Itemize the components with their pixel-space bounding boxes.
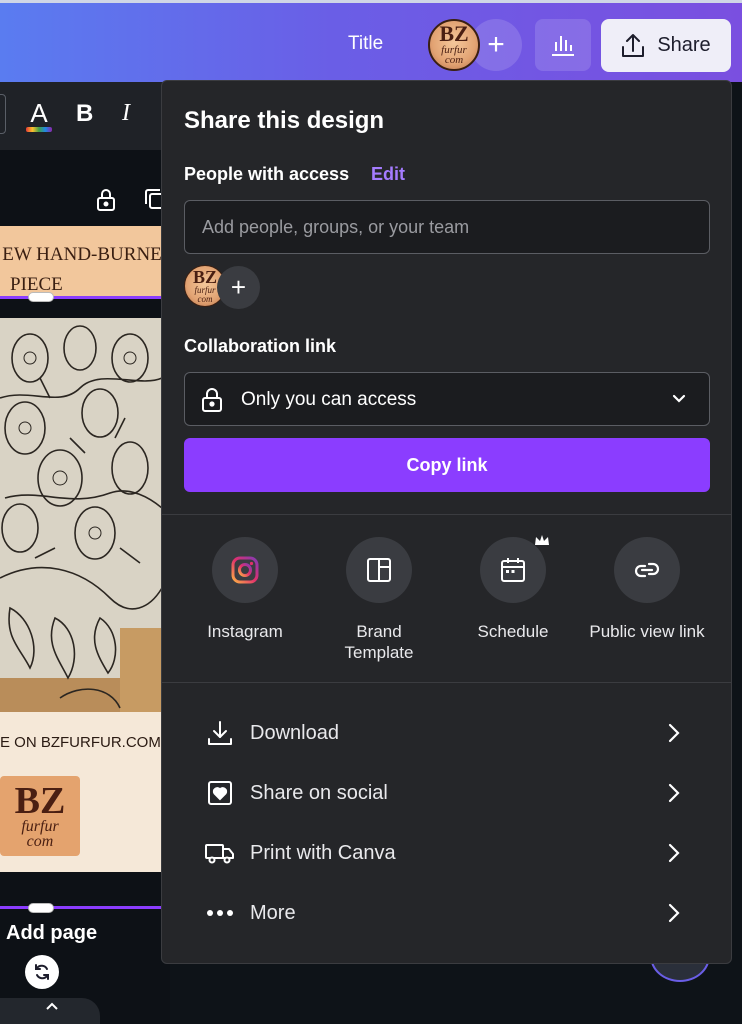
mandala-artwork [0,318,162,712]
action-label: Share on social [250,781,388,804]
share-button-label: Share [657,34,711,56]
font-size-field[interactable] [0,94,6,134]
user-avatar[interactable]: BZ furfur com [428,19,480,71]
option-circle [480,535,549,603]
truck-icon [205,844,234,864]
action-icon-slot [204,837,236,869]
chevron-up-icon [46,1002,58,1010]
edit-access-link[interactable]: Edit [371,164,405,185]
plus-icon: + [230,272,247,302]
upload-icon [622,33,645,57]
copy-link-label: Copy link [406,454,488,475]
option-label: Brand Template [344,622,414,662]
italic-button[interactable]: I [122,100,130,127]
plus-icon: + [487,28,505,61]
crown-icon [535,535,549,545]
link-access-value: Only you can access [241,389,417,410]
action-share-on-social[interactable]: Share on social [204,771,684,815]
canva-editor-window: Title + BZ furfur com Share A B I EW HAN… [0,0,742,1024]
option-instagram[interactable]: Instagram [170,537,320,642]
footer-website-text[interactable]: E ON BZFURFUR.COM [0,734,170,751]
calendar-icon [501,558,525,582]
text-color-icon: A [30,98,48,128]
action-label: More [250,901,296,924]
add-people-input[interactable] [184,200,710,254]
design-headline[interactable]: EW HAND-BURNE PIECE [0,240,172,300]
arrow-slot [664,841,684,865]
chevron-right-icon [668,843,680,863]
action-icon-slot [204,777,236,809]
option-label: Schedule [477,622,549,641]
page-resize-handle[interactable] [28,903,54,913]
selection-outline [0,296,162,299]
option-brand-template[interactable]: Brand Template [304,537,454,663]
download-icon [208,721,232,745]
color-swatch-bar [26,127,52,132]
arrow-slot [664,901,684,925]
action-icon-slot [204,897,236,929]
option-circle [614,537,680,603]
design-title[interactable]: Title [348,33,383,55]
share-panel-title: Share this design [184,107,385,134]
collaboration-link-label: Collaboration link [184,336,337,356]
selection-handle[interactable] [28,292,54,302]
option-label: Public view link [589,622,705,641]
chevron-down-icon [672,394,686,403]
wood-burning-photo[interactable] [0,318,162,712]
link-icon [634,562,660,578]
bar-chart-icon [552,36,574,56]
link-access-dropdown[interactable]: Only you can access [184,372,710,426]
bold-button[interactable]: B [76,100,93,128]
action-label: Print with Canva [250,841,396,864]
lock-icon[interactable] [95,188,117,212]
chevron-right-icon [668,723,680,743]
instagram-icon [231,556,259,584]
bz-furfur-logo: BZ furfur com [439,21,469,67]
arrow-slot [664,781,684,805]
action-icon-slot [204,717,236,749]
chevron-right-icon [668,903,680,923]
section-divider [162,682,731,683]
option-public-view-link[interactable]: Public view link [572,537,722,642]
more-icon [207,910,233,916]
option-schedule[interactable]: Schedule [438,535,588,642]
action-print-with-canva[interactable]: Print with Canva [204,831,684,875]
share-button[interactable]: Share [601,19,731,72]
people-with-access-label: People with access [184,164,350,184]
lock-icon [202,388,222,412]
option-circle [212,537,278,603]
bz-furfur-logo: BZ furfur com [14,779,66,851]
brand-template-icon [367,558,391,582]
refresh-button[interactable] [25,955,59,989]
heart-icon [208,781,232,805]
page-bottom-outline [0,906,170,909]
page-navigator-tab[interactable] [0,998,100,1024]
brand-logo-block[interactable]: BZ furfur com [0,776,80,856]
analytics-button[interactable] [535,19,591,71]
share-panel: Share this design People with access Edi… [161,80,732,964]
action-more[interactable]: More [204,891,684,935]
add-people-button[interactable]: + [217,266,260,309]
copy-link-button[interactable]: Copy link [184,438,710,492]
top-header-bar: Title + BZ furfur com Share [0,0,742,82]
option-label: Instagram [207,622,283,641]
chevron-right-icon [668,783,680,803]
refresh-icon [35,964,49,980]
add-page-button[interactable]: Add page [6,922,97,945]
section-divider [162,514,731,515]
action-download[interactable]: Download [204,711,684,755]
option-circle [346,537,412,603]
headline-line-1: EW HAND-BURNE [2,244,162,265]
action-label: Download [250,721,339,744]
text-color-button[interactable]: A [24,98,54,134]
arrow-slot [664,721,684,745]
